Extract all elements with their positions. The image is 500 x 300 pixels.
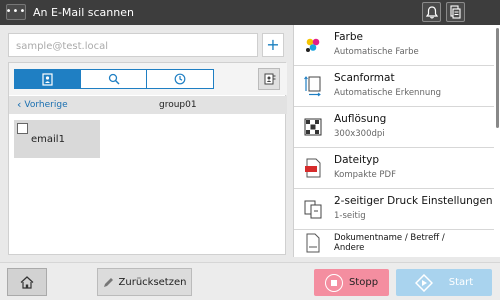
setting-value: Automatische Erkennung [334,88,441,98]
setting-value: 1-seitig [334,211,366,221]
scrollbar[interactable] [496,28,499,128]
group-name: group01 [159,100,197,110]
start-label: Start [448,277,474,288]
setting-value: Andere [334,243,365,253]
reset-button[interactable]: Zurücksetzen [97,268,192,296]
setting-value: Automatische Farbe [334,47,419,57]
setting-title: Farbe [334,31,363,43]
address-book-icon [42,72,53,86]
group-navigation: ‹ Vorherige group01 [9,96,287,114]
back-label: Vorherige [24,100,68,110]
chevron-left-icon: ‹ [17,98,22,111]
setting-row-duplex[interactable]: 2-seitiger Druck Einstellungen 1-seitig [294,189,494,230]
resolution-icon [302,116,324,138]
device-icon [450,5,461,19]
setting-title: Auflösung [334,113,387,125]
add-address-button[interactable]: + [262,33,284,57]
page-title: An E-Mail scannen [33,6,134,19]
menu-button[interactable]: ••• [6,4,26,20]
pencil-icon [103,277,113,287]
setting-row-color[interactable]: Farbe Automatische Farbe [294,25,494,66]
pdf-file-icon [302,157,324,179]
address-book-detail-button[interactable] [258,68,280,90]
notification-button[interactable] [422,2,441,22]
setting-row-file-type[interactable]: Dateityp Kompakte PDF [294,148,494,189]
address-field[interactable] [8,33,258,58]
color-icon [302,34,324,56]
setting-title: Dateityp [334,154,380,166]
home-button[interactable] [7,268,47,296]
setting-title: 2-seitiger Druck Einstellungen [334,195,493,207]
setting-value: 300x300dpi [334,129,385,139]
tab-search[interactable] [81,70,147,88]
setting-title: Dokumentname / Betreff / [334,233,445,243]
document-icon [302,232,324,254]
entry-label: email1 [31,134,65,145]
address-book-panel: ‹ Vorherige group01 email1 [8,62,287,255]
setting-row-resolution[interactable]: Auflösung 300x300dpi [294,107,494,148]
stop-icon [324,273,343,292]
tab-history[interactable] [147,70,213,88]
email-input[interactable] [9,35,257,58]
stop-button[interactable]: Stopp [314,269,389,296]
footer-bar: Zurücksetzen Stopp Start [0,262,500,300]
bell-icon [425,5,438,19]
setting-row-scan-size[interactable]: Scanformat Automatische Erkennung [294,66,494,107]
address-list-icon [264,73,275,85]
home-icon [20,275,34,289]
entry-checkbox[interactable] [17,123,28,134]
setting-title: Scanformat [334,72,395,84]
setting-value: Kompakte PDF [334,170,396,180]
scan-size-icon [302,75,324,97]
start-icon [414,273,433,292]
clock-icon [174,73,186,85]
duplex-icon [302,198,324,220]
header-bar: ••• An E-Mail scannen [0,0,500,25]
settings-panel: Farbe Automatische Farbe Scanformat Auto… [293,25,500,257]
reset-label: Zurücksetzen [118,276,187,288]
search-icon [108,73,119,85]
back-button[interactable]: ‹ Vorherige [17,96,68,114]
stop-label: Stopp [348,277,379,288]
tab-address-book[interactable] [15,70,81,88]
search-mode-tabs [14,69,214,89]
more-icon: ••• [5,6,27,17]
setting-row-document-name[interactable]: Dokumentname / Betreff / Andere [294,230,494,257]
tab-bar [9,63,287,95]
start-button[interactable]: Start [396,269,492,296]
list-item[interactable]: email1 [14,120,100,158]
device-status-button[interactable] [446,2,465,22]
